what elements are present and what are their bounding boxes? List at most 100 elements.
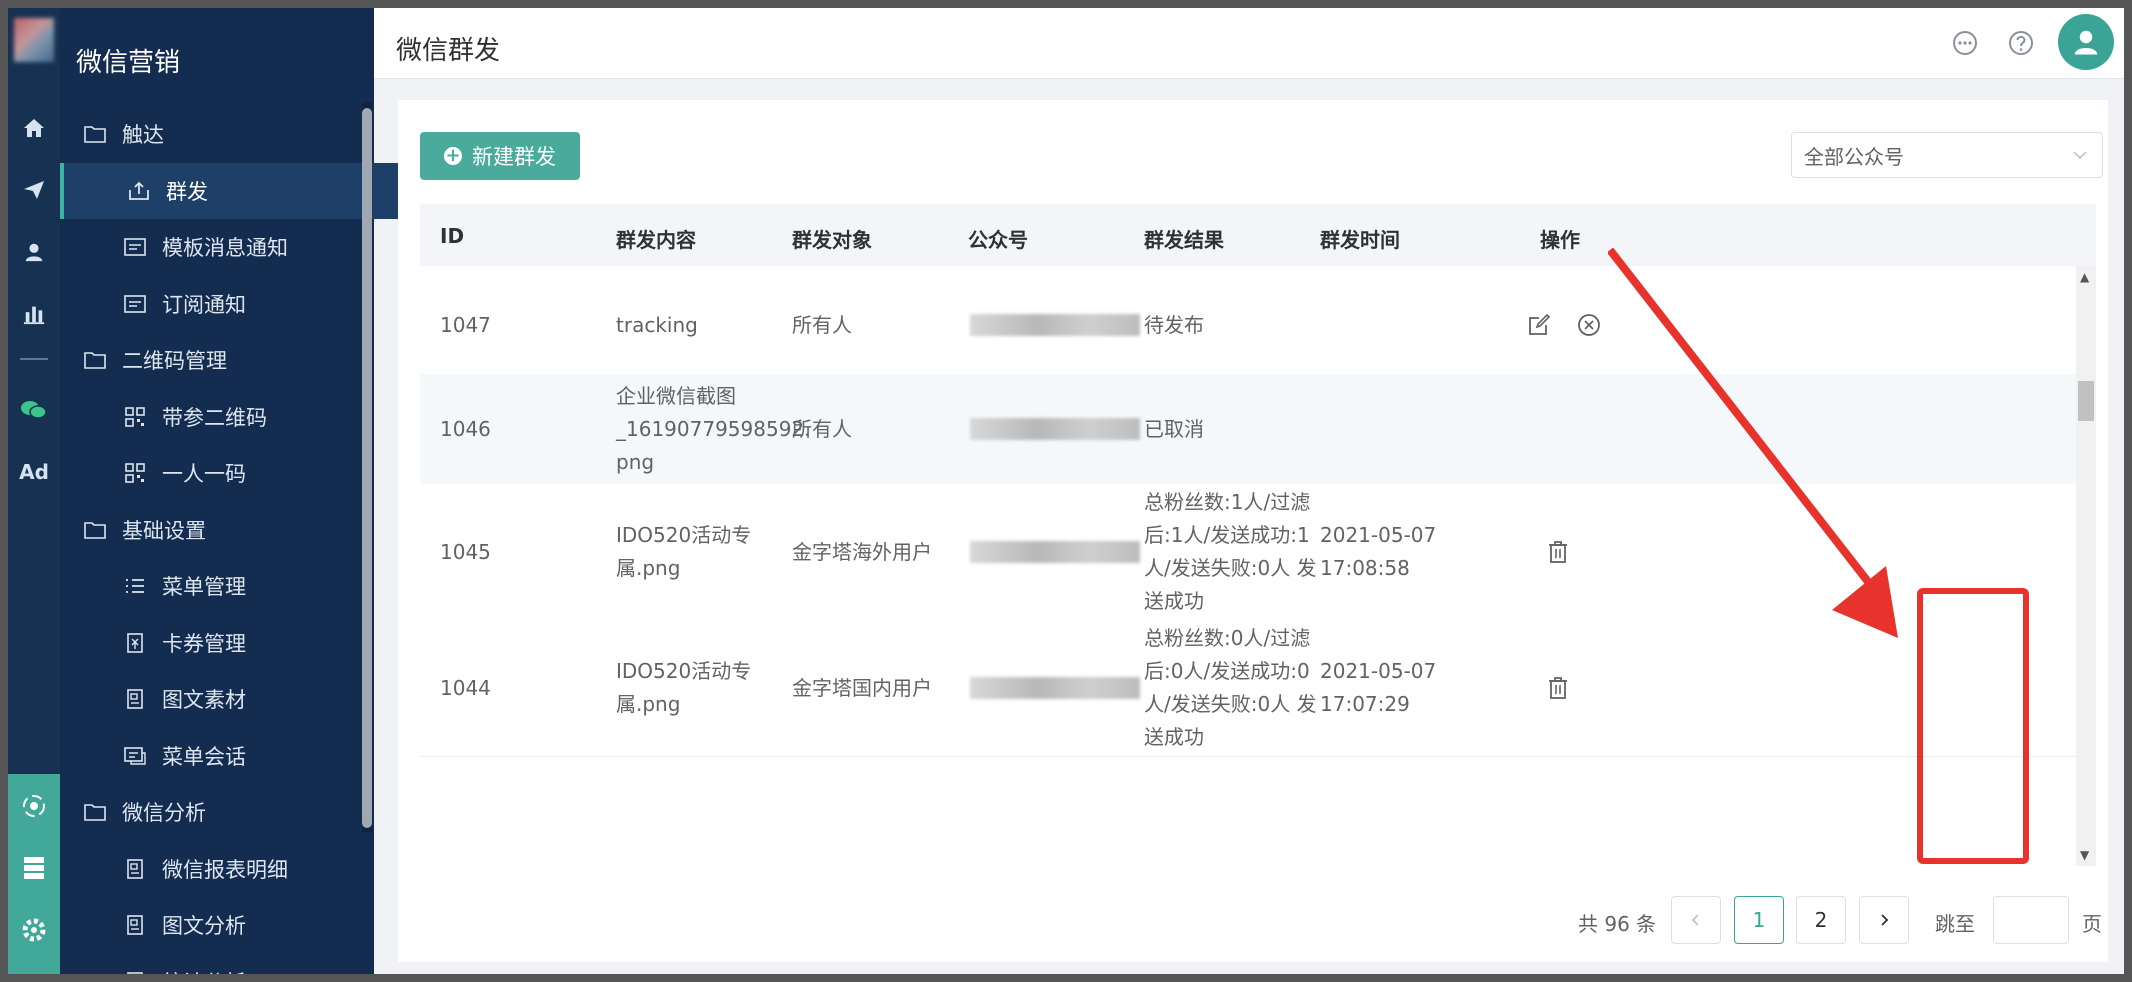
cell-account-redacted [970,314,1140,336]
sidebar-item-label: 二维码管理 [122,349,227,373]
template-icon [122,291,148,317]
chevron-left-icon [1691,914,1699,926]
document-icon [122,912,148,938]
cell-result-line: 总粉丝数:0人/过滤 [1144,626,1311,650]
cell-result-line: 送成功 [1144,725,1204,749]
table-scrollbar[interactable]: ▲ ▼ [2076,266,2096,866]
scroll-up-icon[interactable]: ▲ [2080,270,2089,284]
app-window: Ad 微信营销 触达 群发模板消息通知 订阅通知二维码管理带参二维码 一人一码基础设置… [8,8,2124,974]
sidebar-item[interactable]: 卡券管理 [60,615,428,671]
sidebar-item-label: 菜单会话 [162,744,246,769]
sidebar-item-label: 模板消息通知 [162,236,288,260]
account-select[interactable]: 全部公众号 [1791,132,2103,178]
cell-id: 1044 [440,675,491,700]
sidebar-item[interactable]: 菜单管理 [60,558,428,614]
cell-time-line: 17:07:29 [1320,692,1410,716]
chat-icon [122,743,148,769]
annotation-arrow [1608,248,1898,638]
cell-target: 金字塔国内用户 [792,675,932,700]
next-page-button[interactable] [1859,896,1909,944]
sidebar: 微信营销 触达 群发模板消息通知 订阅通知二维码管理带参二维码 一人一码基础设置菜单管… [60,8,432,974]
sidebar-item[interactable]: 一人一码 [60,445,428,501]
chevron-right-icon [1881,914,1889,926]
trash-icon[interactable] [1546,675,1572,701]
cell-target: 所有人 [792,312,852,337]
table-scrollbar-thumb[interactable] [2078,381,2094,421]
folder-icon [82,799,108,825]
sidebar-item[interactable]: 带参二维码 [60,389,428,445]
message-icon[interactable] [1952,30,1978,56]
cell-content-line: png [616,449,655,474]
cell-id: 1046 [440,416,491,441]
cell-content-line: 属.png [616,692,681,716]
sidebar-item-label: 订阅通知 [162,292,246,317]
cell-result-line: 送成功 [1144,589,1204,613]
sidebar-item[interactable]: 触达 [60,106,388,162]
prev-page-button[interactable] [1671,896,1721,944]
ad-icon[interactable]: Ad [8,452,60,492]
cell-content: IDO520活动专 属.png [616,519,792,585]
cell-account-redacted [970,677,1140,699]
sidebar-item-label: 菜单管理 [162,575,246,599]
app-title: 微信营销 [76,48,181,78]
sidebar-item[interactable]: 菜单会话 [60,728,428,784]
page-button-1[interactable]: 1 [1734,896,1784,944]
cell-result: 总粉丝数:1人/过滤 后:1人/发送成功:1 人/发送失败:0人 发送成功 [1144,486,1320,618]
sidebar-item[interactable]: 微信报表明细 [60,841,428,897]
sidebar-item[interactable]: 图文分析 [60,897,428,953]
cancel-icon[interactable] [1576,312,1602,338]
edit-icon[interactable] [1526,312,1552,338]
cell-time-line: 17:08:58 [1320,556,1410,580]
column-header-id: ID [440,224,465,248]
trash-icon[interactable] [1546,539,1572,565]
sidebar-scrollbar-thumb[interactable] [362,108,372,828]
document-icon [122,686,148,712]
help-icon[interactable] [2008,30,2034,56]
sidebar-item-label: 统计分析 [162,967,246,975]
cell-result-line: 人/发送失败:0人 发 [1144,556,1317,580]
column-header-account: 公众号 [968,228,1028,252]
cell-result-line: 人/发送失败:0人 发 [1144,692,1317,716]
send-icon[interactable] [8,170,60,210]
sidebar-item-label: 微信分析 [122,801,206,825]
sidebar-item[interactable]: 图文素材 [60,671,428,727]
bar-chart-icon[interactable] [8,294,60,334]
folder-icon [82,347,108,373]
cell-time: 2021-05-07 17:07:29 [1320,655,1496,721]
sidebar-item[interactable]: 二维码管理 [60,332,388,388]
coupon-icon [122,630,148,656]
hub-icon[interactable] [8,786,60,826]
sidebar-item[interactable]: 基础设置 [60,502,388,558]
server-icon[interactable] [8,848,60,888]
account-select-value: 全部公众号 [1804,144,1904,169]
sidebar-item-label: 基础设置 [122,518,206,543]
cell-target: 金字塔海外用户 [792,539,932,564]
sidebar-item-label: 图文分析 [162,914,246,938]
jump-page-input[interactable] [1993,896,2069,944]
page-title: 微信群发 [396,36,501,66]
cell-result: 已取消 [1144,413,1320,446]
cell-result-line: 待发布 [1144,312,1204,337]
avatar[interactable] [2058,14,2114,70]
sidebar-item[interactable]: 模板消息通知 [60,219,428,275]
sidebar-item[interactable]: 订阅通知 [60,276,428,332]
cell-time-line: 2021-05-07 [1320,523,1437,547]
page-button-2[interactable]: 2 [1796,896,1846,944]
column-header-target: 群发对象 [792,228,872,252]
home-icon[interactable] [8,108,60,148]
sidebar-item[interactable]: 群发 [60,162,432,219]
column-header-result: 群发结果 [1144,228,1224,252]
sidebar-item[interactable]: 微信分析 [60,784,388,840]
settings-icon[interactable] [8,910,60,950]
cell-account-redacted [970,418,1140,440]
cell-content-line: _16190779598592. [616,416,811,441]
new-broadcast-button[interactable]: + 新建群发 [420,132,580,180]
wechat-icon[interactable] [8,390,60,430]
cell-result-line: 后:0人/发送成功:0 [1144,659,1310,683]
user-icon[interactable] [8,232,60,272]
column-header-time: 群发时间 [1320,228,1400,252]
chevron-down-icon [2070,145,2090,170]
sidebar-item[interactable]: 统计分析 [60,954,428,975]
scroll-down-icon[interactable]: ▼ [2080,848,2089,862]
cell-time-line: 2021-05-07 [1320,659,1437,683]
